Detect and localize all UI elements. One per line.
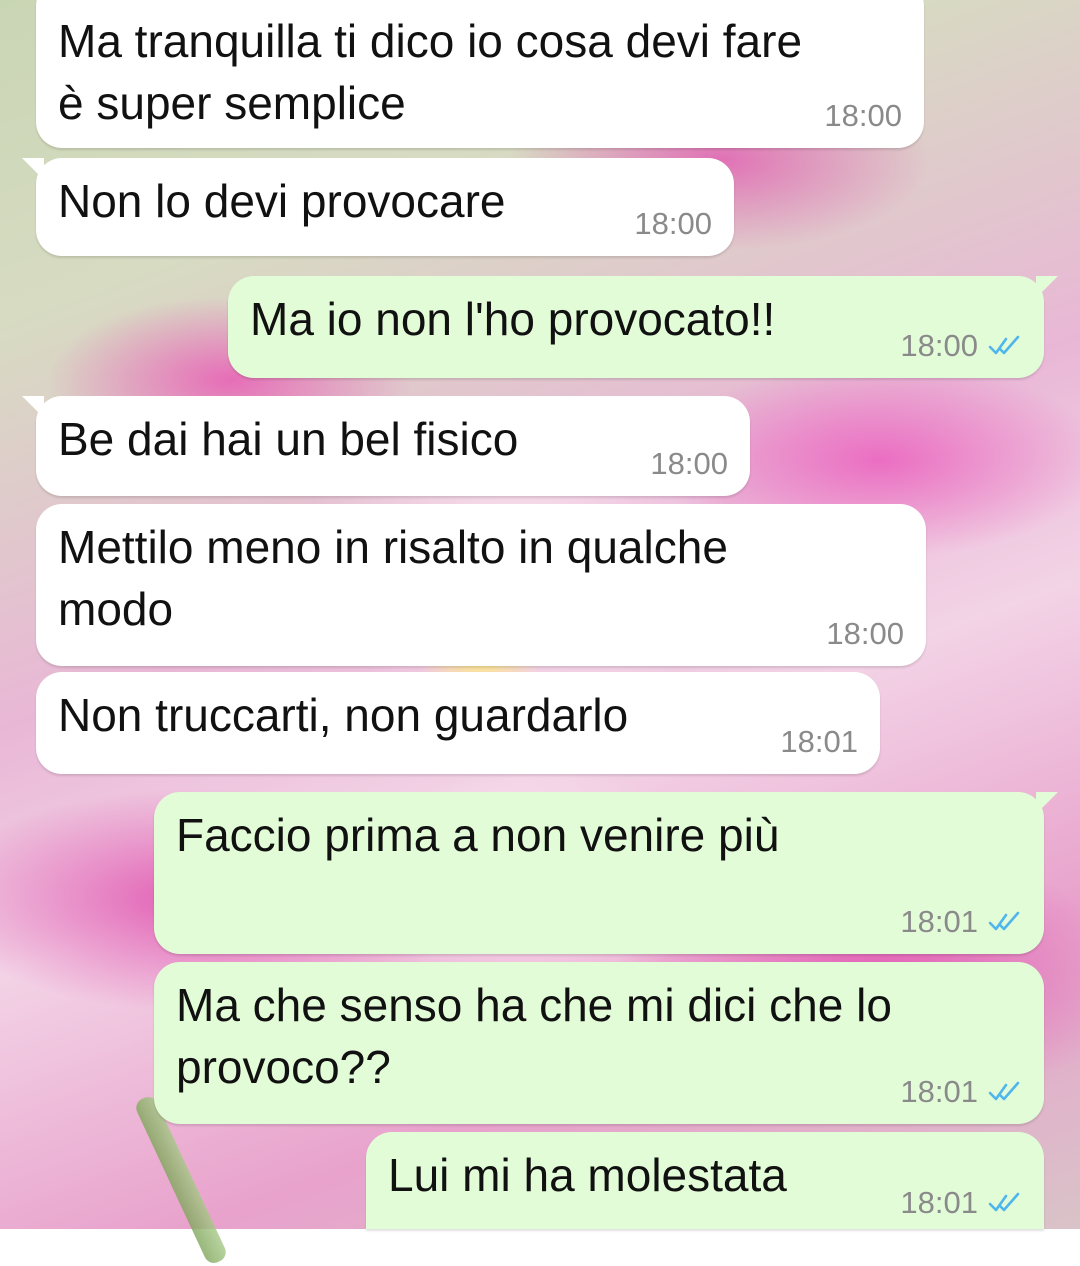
message-time: 18:01 <box>900 1074 978 1109</box>
message-meta: 18:01 <box>780 724 858 760</box>
message-time: 18:00 <box>900 328 978 363</box>
message-text: Ma che senso ha che mi dici che lo provo… <box>176 979 892 1093</box>
message-meta: 18:01 <box>900 904 1022 940</box>
message-text: Be dai hai un bel fisico <box>58 413 519 465</box>
message-text: Non truccarti, non guardarlo <box>58 689 629 741</box>
message-text: Non lo devi provocare <box>58 175 506 227</box>
incoming-message-bubble[interactable]: Non truccarti, non guardarlo 18:01 <box>36 672 880 774</box>
message-meta: 18:00 <box>826 616 904 652</box>
incoming-message-bubble[interactable]: Mettilo meno in risalto in qualche modo … <box>36 504 926 666</box>
outgoing-message-bubble[interactable]: Ma io non l'ho provocato!! 18:00 <box>228 276 1058 378</box>
message-meta: 18:01 <box>900 1074 1022 1110</box>
incoming-message-bubble[interactable]: Non lo devi provocare 18:00 <box>22 158 734 256</box>
message-meta: 18:01 <box>900 1185 1022 1221</box>
outgoing-message-bubble[interactable]: Faccio prima a non venire più 18:01 <box>154 792 1058 954</box>
incoming-message-bubble[interactable]: Ma tranquilla ti dico io cosa devi fare … <box>36 0 924 148</box>
message-meta: 18:00 <box>824 98 902 134</box>
message-time: 18:00 <box>650 446 728 481</box>
message-time: 18:00 <box>826 616 904 651</box>
outgoing-message-bubble[interactable]: Ma che senso ha che mi dici che lo provo… <box>154 962 1044 1124</box>
message-time: 18:01 <box>900 1185 978 1220</box>
message-text: Ma tranquilla ti dico io cosa devi fare … <box>58 15 803 129</box>
message-time: 18:00 <box>824 98 902 133</box>
message-meta: 18:00 <box>634 206 712 242</box>
double-check-read-icon <box>988 1081 1020 1101</box>
message-list[interactable]: Ma tranquilla ti dico io cosa devi fare … <box>0 0 1080 1229</box>
outgoing-message-bubble[interactable]: Lui mi ha molestata 18:01 <box>366 1132 1044 1229</box>
incoming-message-bubble[interactable]: Be dai hai un bel fisico 18:00 <box>22 396 750 496</box>
message-text: Mettilo meno in risalto in qualche modo <box>58 521 728 635</box>
message-meta: 18:00 <box>900 328 1022 364</box>
double-check-read-icon <box>988 1192 1020 1212</box>
message-time: 18:00 <box>634 206 712 241</box>
double-check-read-icon <box>988 911 1020 931</box>
message-meta: 18:00 <box>650 446 728 482</box>
message-time: 18:01 <box>900 904 978 939</box>
message-time: 18:01 <box>780 724 858 759</box>
double-check-read-icon <box>988 335 1020 355</box>
message-text: Faccio prima a non venire più <box>176 809 780 861</box>
